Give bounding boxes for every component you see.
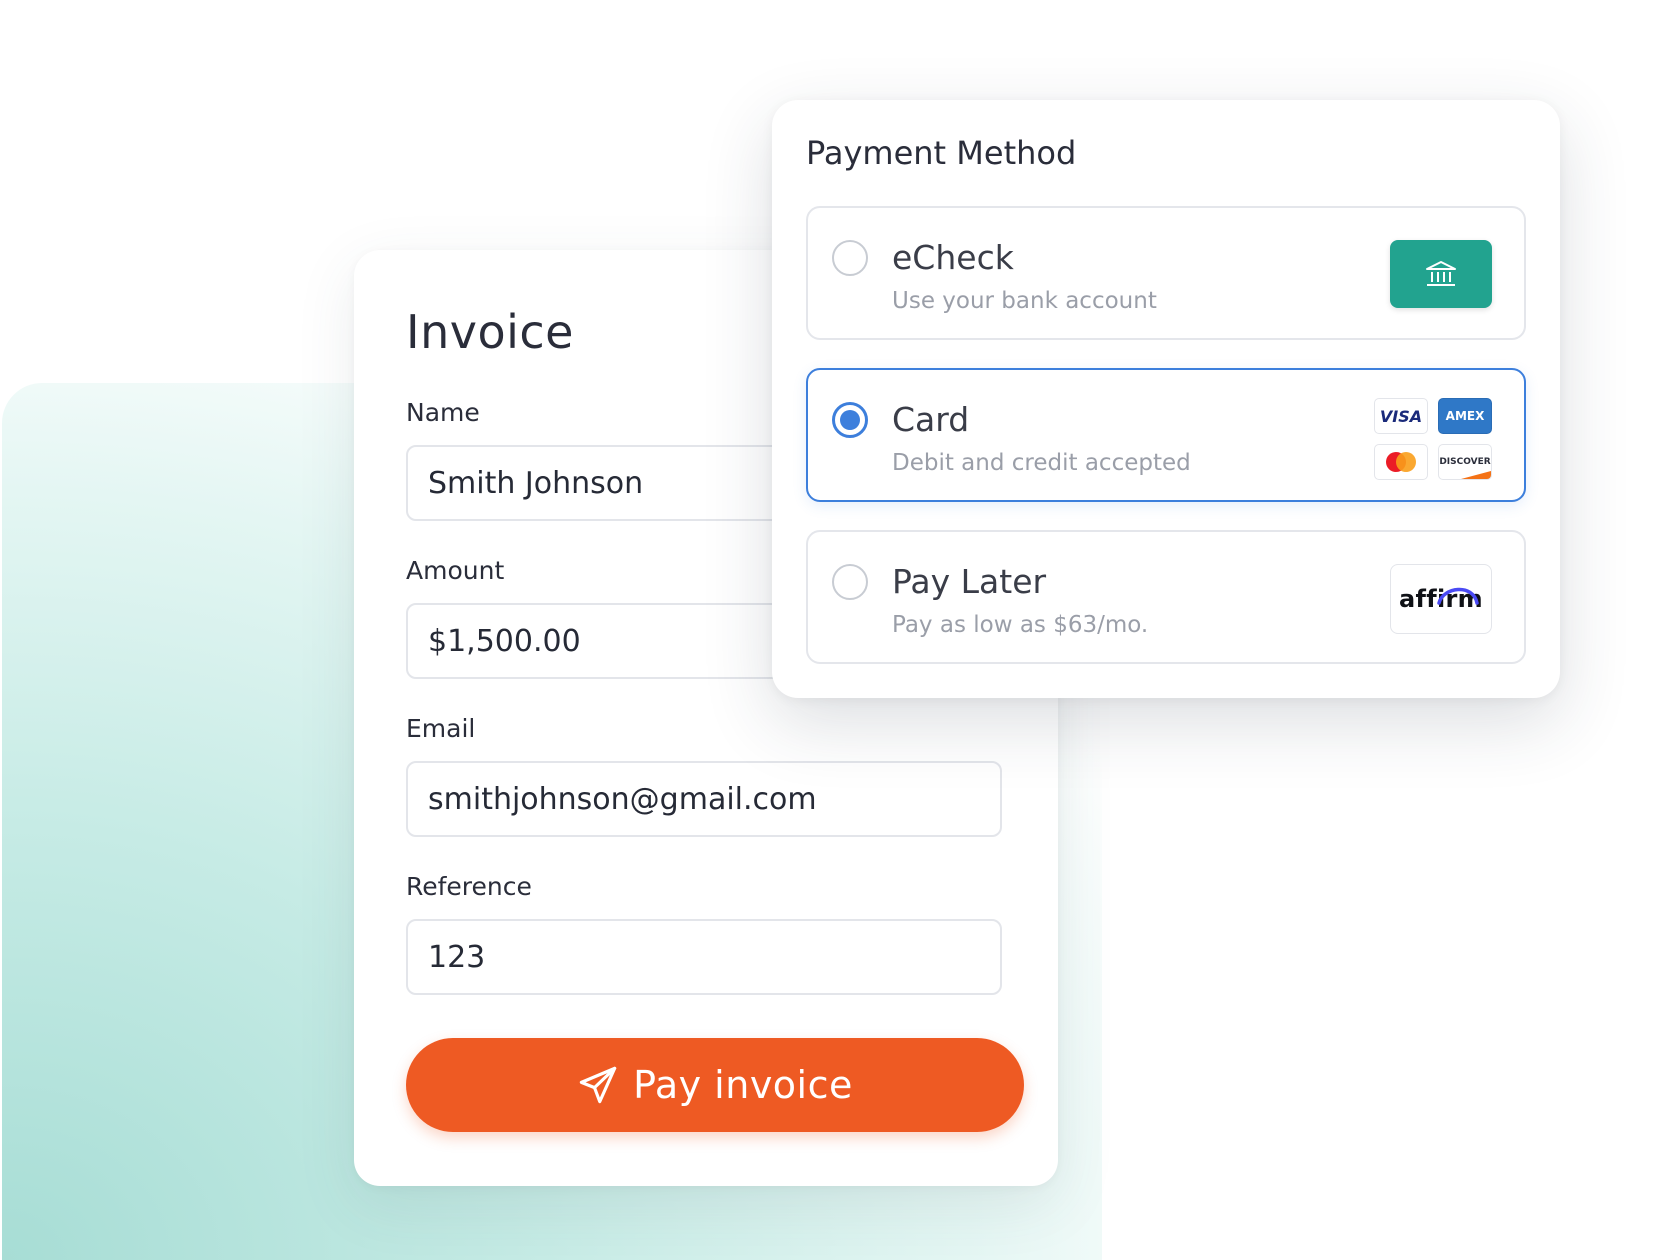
payment-option-echeck[interactable]: eCheck Use your bank account xyxy=(806,206,1526,340)
amount-value: $1,500.00 xyxy=(428,623,581,659)
mastercard-logo xyxy=(1374,444,1428,480)
pay-invoice-label: Pay invoice xyxy=(633,1063,853,1107)
visa-logo: VISA xyxy=(1374,398,1428,434)
name-label: Name xyxy=(406,398,480,427)
pay-later-title: Pay Later xyxy=(892,562,1047,601)
amex-logo: AMEX xyxy=(1438,398,1492,434)
card-subtitle: Debit and credit accepted xyxy=(892,450,1191,476)
card-radio[interactable] xyxy=(832,402,868,438)
reference-label: Reference xyxy=(406,872,532,901)
email-input[interactable]: smithjohnson@gmail.com xyxy=(406,761,1002,837)
send-icon xyxy=(577,1064,619,1106)
pay-invoice-button[interactable]: Pay invoice xyxy=(406,1038,1024,1132)
amount-label: Amount xyxy=(406,556,505,585)
card-title: Card xyxy=(892,400,970,439)
discover-logo: DISCOVER xyxy=(1438,444,1492,480)
pay-later-subtitle: Pay as low as $63/mo. xyxy=(892,612,1149,638)
affirm-logo: affirm xyxy=(1390,564,1492,634)
invoice-title: Invoice xyxy=(406,305,574,359)
email-value: smithjohnson@gmail.com xyxy=(428,781,817,817)
payment-option-pay-later[interactable]: Pay Later Pay as low as $63/mo. affirm xyxy=(806,530,1526,664)
echeck-subtitle: Use your bank account xyxy=(892,288,1157,314)
echeck-radio[interactable] xyxy=(832,240,868,276)
payment-method-title: Payment Method xyxy=(806,134,1077,172)
pay-later-radio[interactable] xyxy=(832,564,868,600)
payment-method-card: Payment Method eCheck Use your bank acco… xyxy=(772,100,1560,698)
bank-icon xyxy=(1390,240,1492,308)
email-label: Email xyxy=(406,714,476,743)
payment-option-card[interactable]: Card Debit and credit accepted VISA AMEX… xyxy=(806,368,1526,502)
reference-value: 123 xyxy=(428,939,486,975)
name-value: Smith Johnson xyxy=(428,465,644,501)
echeck-title: eCheck xyxy=(892,238,1014,277)
reference-input[interactable]: 123 xyxy=(406,919,1002,995)
